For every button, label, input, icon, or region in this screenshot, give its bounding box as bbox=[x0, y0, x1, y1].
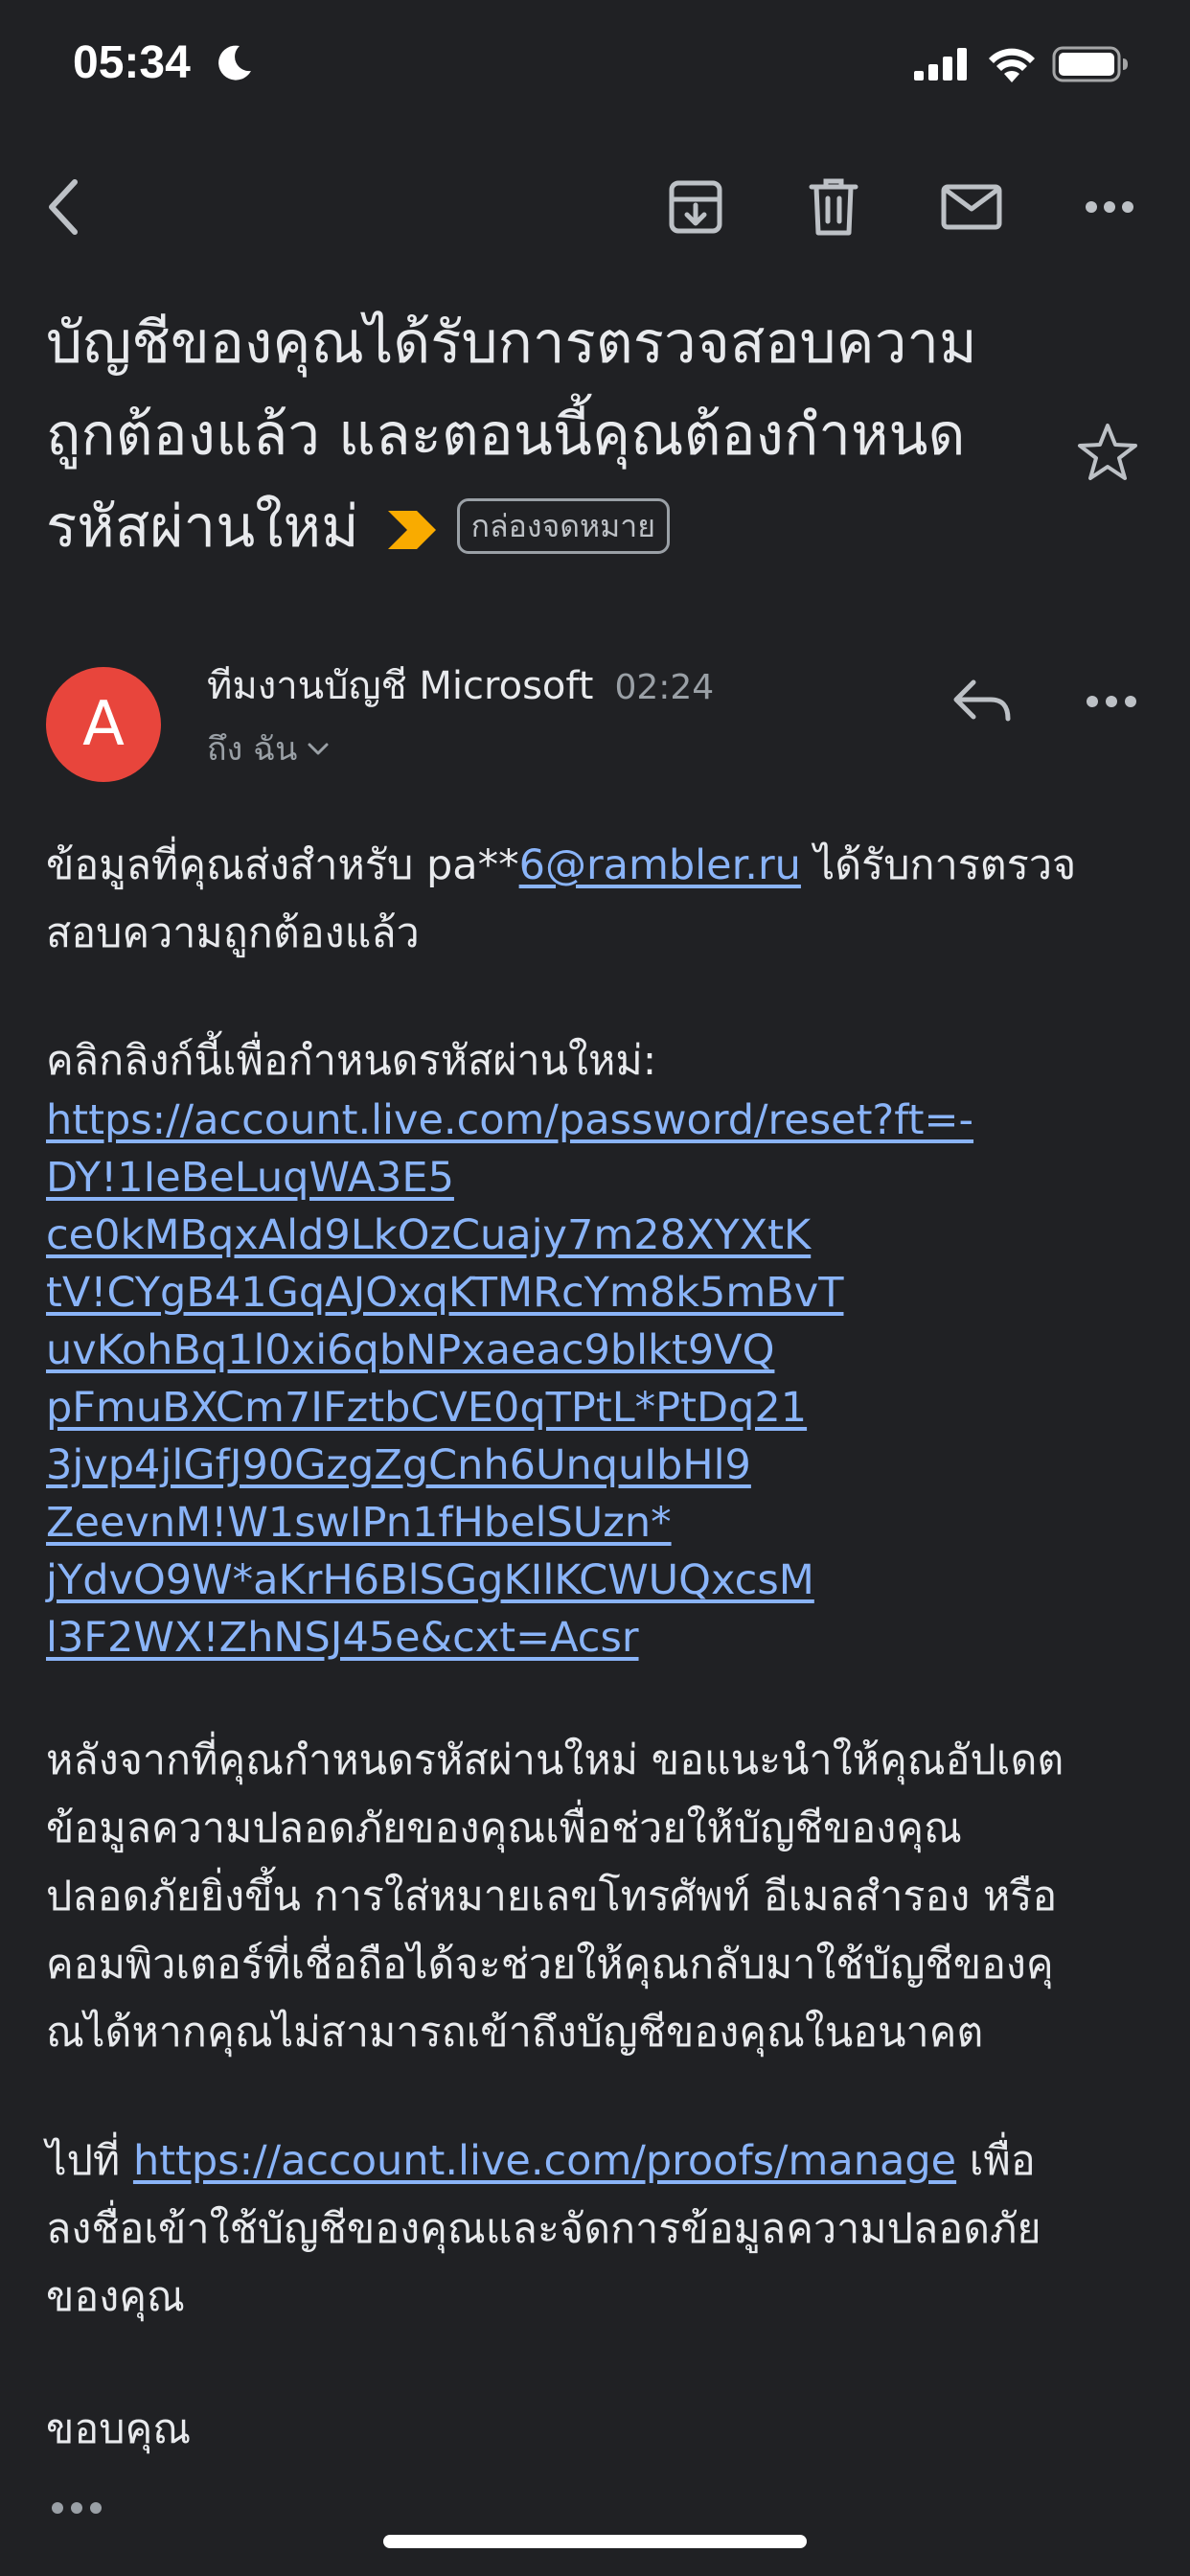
archive-button[interactable] bbox=[661, 172, 730, 242]
body-line: ไปที่ https://account.live.com/proofs/ma… bbox=[46, 2128, 1148, 2196]
sender-name: ทีมงานบัญชี Microsoft bbox=[207, 664, 594, 708]
delete-button[interactable] bbox=[799, 172, 868, 242]
more-icon bbox=[1086, 201, 1133, 213]
body-text: ได้รับการตรวจ bbox=[800, 841, 1077, 889]
sender-block: ทีมงานบัญชี Microsoft 02:24 bbox=[207, 659, 714, 715]
email-subject: บัญชีของคุณได้รับการตรวจสอบความ ถูกต้องแ… bbox=[46, 297, 1042, 573]
battery-icon bbox=[1052, 46, 1128, 82]
chevron-down-icon bbox=[308, 743, 329, 755]
body-line: ของคุณ bbox=[46, 2273, 185, 2321]
link-line[interactable]: jYdvO9W*aKrH6BlSGgKIlKCWUQxcsM bbox=[46, 1552, 1042, 1609]
link-line[interactable]: ce0kMBqxAld9LkOzCuajy7m28XYXtK bbox=[46, 1207, 1042, 1264]
body-line: หลังจากที่คุณกำหนดรหัสผ่านใหม่ ขอแนะนำให… bbox=[46, 1736, 1064, 1784]
wifi-icon bbox=[989, 48, 1035, 82]
body-paragraph-3: หลังจากที่คุณกำหนดรหัสผ่านใหม่ ขอแนะนำให… bbox=[46, 1727, 1148, 2067]
body-paragraph-1: ข้อมูลที่คุณส่งสำหรับ pa**6@rambler.ru ไ… bbox=[46, 832, 1148, 968]
show-trimmed-content-icon[interactable] bbox=[50, 2496, 103, 2520]
recipient-toggle[interactable]: ถึง ฉัน bbox=[207, 724, 330, 774]
link-line[interactable]: uvKohBq1l0xi6qbNPxaeac9blkt9VQ bbox=[46, 1322, 1042, 1379]
avatar[interactable]: A bbox=[46, 667, 161, 782]
body-line: สอบความถูกต้องแล้ว bbox=[46, 909, 420, 957]
body-text: เพื่อ bbox=[956, 2137, 1036, 2185]
message-more-icon[interactable] bbox=[1077, 667, 1146, 736]
subject-line: รหัสผ่านใหม่ bbox=[46, 494, 359, 561]
inbox-label-chip[interactable]: กล่องจดหมาย bbox=[456, 498, 670, 555]
recipient-label: ถึง ฉัน bbox=[207, 730, 298, 769]
subject-line: ถูกต้องแล้ว และตอนนี้คุณต้องกำหนด bbox=[46, 402, 966, 469]
body-line: คอมพิวเตอร์ที่เชื่อถือได้จะช่วยให้คุณกลั… bbox=[46, 1941, 1054, 1989]
body-line: ลงชื่อเข้าใช้บัญชีของคุณและจัดการข้อมูลค… bbox=[46, 2205, 1041, 2253]
body-line: ข้อมูลที่คุณส่งสำหรับ pa**6@rambler.ru ไ… bbox=[46, 832, 1148, 900]
back-button[interactable] bbox=[29, 172, 98, 242]
reply-icon[interactable] bbox=[949, 667, 1018, 736]
link-line[interactable]: l3F2WX!ZhNSJ45e&cxt=Acsr bbox=[46, 1609, 1042, 1667]
link-line[interactable]: tV!CYgB41GqAJOxqKTMRcYm8k5mBvT bbox=[46, 1264, 1042, 1322]
password-reset-link[interactable]: https://account.live.com/password/reset?… bbox=[46, 1092, 1042, 1667]
subject-line-last: รหัสผ่านใหม่ กล่องจดหมาย bbox=[46, 481, 1042, 573]
link-line[interactable]: 3jvp4jlGfJ90GzgZgCnh6UnquIbHl9 bbox=[46, 1437, 1042, 1494]
closing-text: ขอบคุณ bbox=[46, 2405, 192, 2453]
trash-icon bbox=[809, 178, 858, 236]
home-indicator[interactable] bbox=[383, 2535, 807, 2548]
link-line[interactable]: DY!1IeBeLuqWA3E5 bbox=[46, 1149, 1042, 1207]
moon-icon bbox=[218, 45, 251, 80]
link-line[interactable]: ZeevnM!W1swIPn1fHbelSUzn* bbox=[46, 1494, 1042, 1552]
subject-line: บัญชีของคุณได้รับการตรวจสอบความ bbox=[46, 310, 977, 377]
signal-icon bbox=[914, 48, 967, 80]
importance-marker-icon[interactable] bbox=[386, 509, 438, 551]
link-line[interactable]: https://account.live.com/password/reset?… bbox=[46, 1092, 1042, 1149]
link-line[interactable]: pFmuBXCm7IFztbCVE0qTPtL*PtDq21 bbox=[46, 1379, 1042, 1437]
archive-icon bbox=[669, 180, 722, 234]
body-paragraph-2: คลิกลิงก์นี้เพื่อกำหนดรหัสผ่านใหม่: bbox=[46, 1037, 657, 1085]
mark-unread-button[interactable] bbox=[937, 172, 1006, 242]
more-button[interactable] bbox=[1075, 172, 1144, 242]
star-icon[interactable] bbox=[1077, 422, 1138, 483]
body-line: ปลอดภัยยิ่งขึ้น การใส่หมายเลขโทรศัพท์ อี… bbox=[46, 1873, 1058, 1920]
back-arrow-icon bbox=[49, 179, 78, 235]
status-time: 05:34 bbox=[73, 37, 191, 88]
mail-icon bbox=[941, 184, 1002, 230]
proofs-manage-link[interactable]: https://account.live.com/proofs/manage bbox=[133, 2137, 956, 2185]
body-text: ไปที่ bbox=[46, 2137, 133, 2185]
body-line: ณได้หากคุณไม่สามารถเข้าถึงบัญชีของคุณในอ… bbox=[46, 2009, 984, 2057]
body-paragraph-4: ไปที่ https://account.live.com/proofs/ma… bbox=[46, 2128, 1148, 2332]
email-address-link[interactable]: 6@rambler.ru bbox=[519, 841, 801, 889]
body-text: ข้อมูลที่คุณส่งสำหรับ pa** bbox=[46, 841, 519, 889]
sent-time: 02:24 bbox=[614, 668, 715, 707]
body-line: ข้อมูลความปลอดภัยของคุณเพื่อช่วยให้บัญชี… bbox=[46, 1805, 962, 1852]
